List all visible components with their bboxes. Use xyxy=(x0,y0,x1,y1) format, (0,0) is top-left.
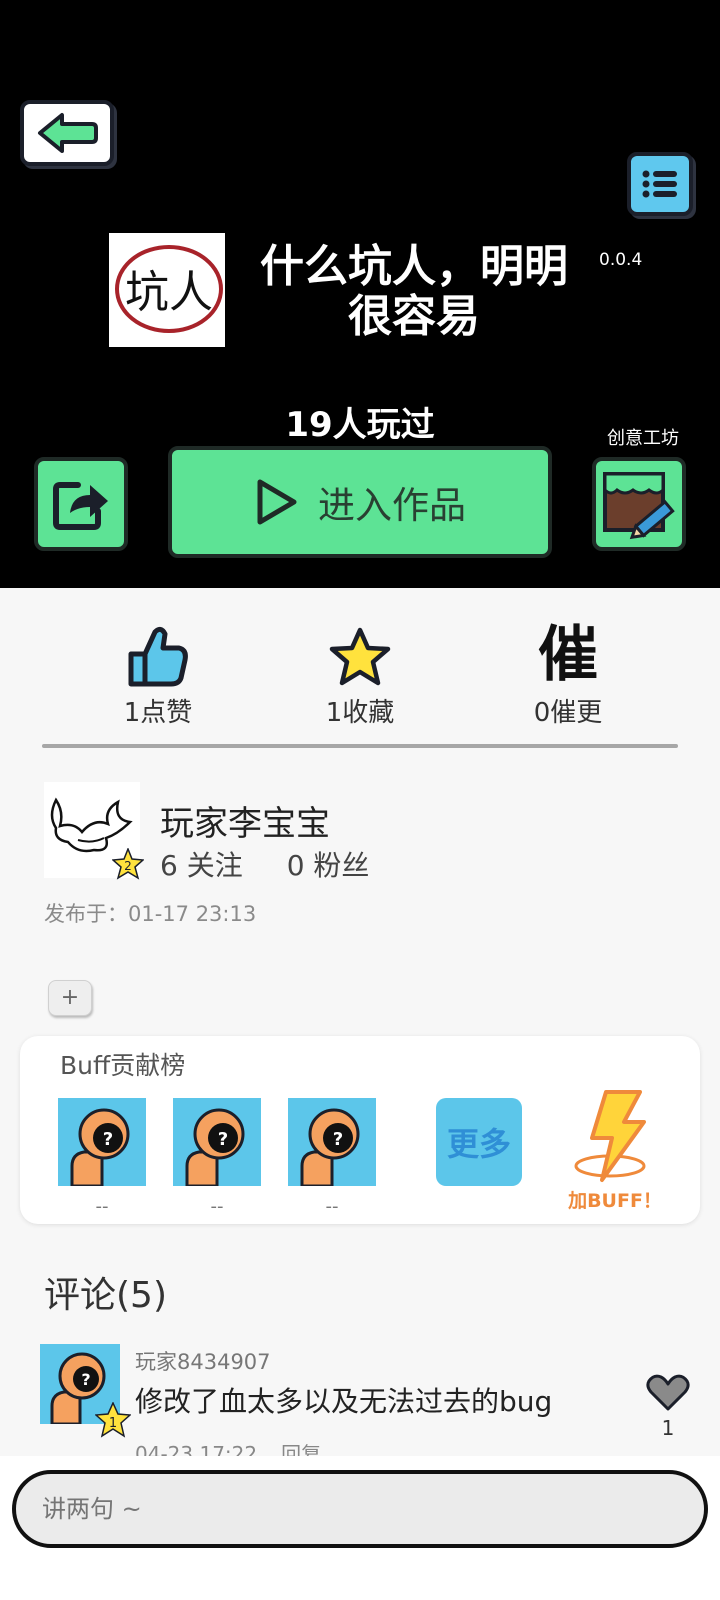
commenter-level-badge: 1 xyxy=(94,1401,132,1438)
author-name[interactable]: 玩家李宝宝 xyxy=(160,796,330,845)
svg-text:?: ? xyxy=(218,1129,228,1150)
add-buff-button[interactable]: 加BUFF！ xyxy=(560,1088,670,1218)
svg-text:?: ? xyxy=(333,1129,343,1150)
share-button[interactable] xyxy=(34,457,128,551)
more-buff-button[interactable]: 更多 xyxy=(436,1098,522,1186)
thumbs-up-icon xyxy=(128,626,188,687)
following-count[interactable]: 6 关注 xyxy=(160,849,243,882)
workshop-label: 创意工坊 xyxy=(607,428,679,449)
add-button[interactable]: + xyxy=(48,980,92,1016)
buff-slot-name: -- xyxy=(210,1196,224,1217)
buff-slot[interactable]: ? -- xyxy=(288,1098,376,1217)
fans-count[interactable]: 0 粉丝 xyxy=(287,849,370,882)
buff-slot[interactable]: ? -- xyxy=(173,1098,261,1217)
menu-button[interactable] xyxy=(627,152,693,216)
urge-stat-button[interactable]: 催 0催更 xyxy=(493,622,643,729)
urge-icon: 催 xyxy=(538,620,598,690)
comment-input[interactable] xyxy=(12,1470,708,1548)
comment-username[interactable]: 玩家8434907 xyxy=(135,1346,271,1376)
publish-time: 发布于：01-17 23:13 xyxy=(44,902,257,926)
list-icon xyxy=(642,170,677,198)
enter-game-label: 进入作品 xyxy=(318,484,466,527)
players-count: 19人玩过 xyxy=(285,405,435,445)
unknown-avatar-icon: ? xyxy=(173,1098,261,1186)
cover-text: 坑人 xyxy=(125,267,213,318)
comment-like-button[interactable]: 1 xyxy=(646,1374,690,1440)
game-title-line2: 很容易 xyxy=(348,291,480,342)
urge-count: 0催更 xyxy=(533,698,603,728)
game-header: 坑人 什么坑人，明明 很容易 0.0.4 19人玩过 创意工坊 进入作品 xyxy=(0,0,720,588)
unknown-avatar-icon: ? xyxy=(58,1098,146,1186)
favorite-stat-button[interactable]: 1收藏 xyxy=(285,622,435,729)
unknown-avatar-icon: ? xyxy=(288,1098,376,1186)
play-icon xyxy=(257,479,297,525)
buff-leaderboard-title: Buff贡献榜 xyxy=(60,1051,186,1080)
heart-icon xyxy=(646,1374,690,1411)
stats-divider xyxy=(42,744,678,748)
like-count: 1点赞 xyxy=(123,698,193,728)
comment-text: 修改了血太多以及无法过去的bug xyxy=(135,1385,553,1418)
version-label: 0.0.4 xyxy=(599,250,643,270)
author-avatar[interactable]: 2 xyxy=(44,782,145,880)
comments-title: 评论(5) xyxy=(44,1275,167,1316)
lightning-icon xyxy=(574,1090,646,1182)
enter-game-button[interactable]: 进入作品 xyxy=(168,446,552,558)
buff-leaderboard-card: Buff贡献榜 ? -- ? -- ? -- 更多 加BUFF！ xyxy=(20,1036,700,1224)
add-buff-label: 加BUFF！ xyxy=(568,1190,662,1212)
svg-text:?: ? xyxy=(81,1370,90,1389)
comment-like-count: 1 xyxy=(661,1416,675,1440)
game-title: 什么坑人，明明 很容易 xyxy=(244,242,584,342)
back-arrow-icon xyxy=(38,113,98,153)
svg-text:?: ? xyxy=(103,1129,113,1150)
buff-slot-name: -- xyxy=(95,1196,109,1217)
game-cover-image: 坑人 xyxy=(109,233,225,347)
author-stats: 6 关注 0 粉丝 xyxy=(160,844,413,884)
like-stat-button[interactable]: 1点赞 xyxy=(83,622,233,729)
share-icon xyxy=(53,482,108,530)
back-button[interactable] xyxy=(20,100,114,166)
svg-text:2: 2 xyxy=(124,859,132,873)
buff-slot-name: -- xyxy=(325,1196,339,1217)
workshop-edit-icon xyxy=(603,472,675,540)
workshop-button[interactable] xyxy=(592,457,686,551)
game-title-line1: 什么坑人，明明 xyxy=(260,241,568,292)
star-icon xyxy=(329,627,391,686)
favorite-count: 1收藏 xyxy=(325,698,395,728)
author-level-badge: 2 xyxy=(111,846,145,880)
svg-text:1: 1 xyxy=(109,1416,117,1431)
buff-slot[interactable]: ? -- xyxy=(58,1098,146,1217)
